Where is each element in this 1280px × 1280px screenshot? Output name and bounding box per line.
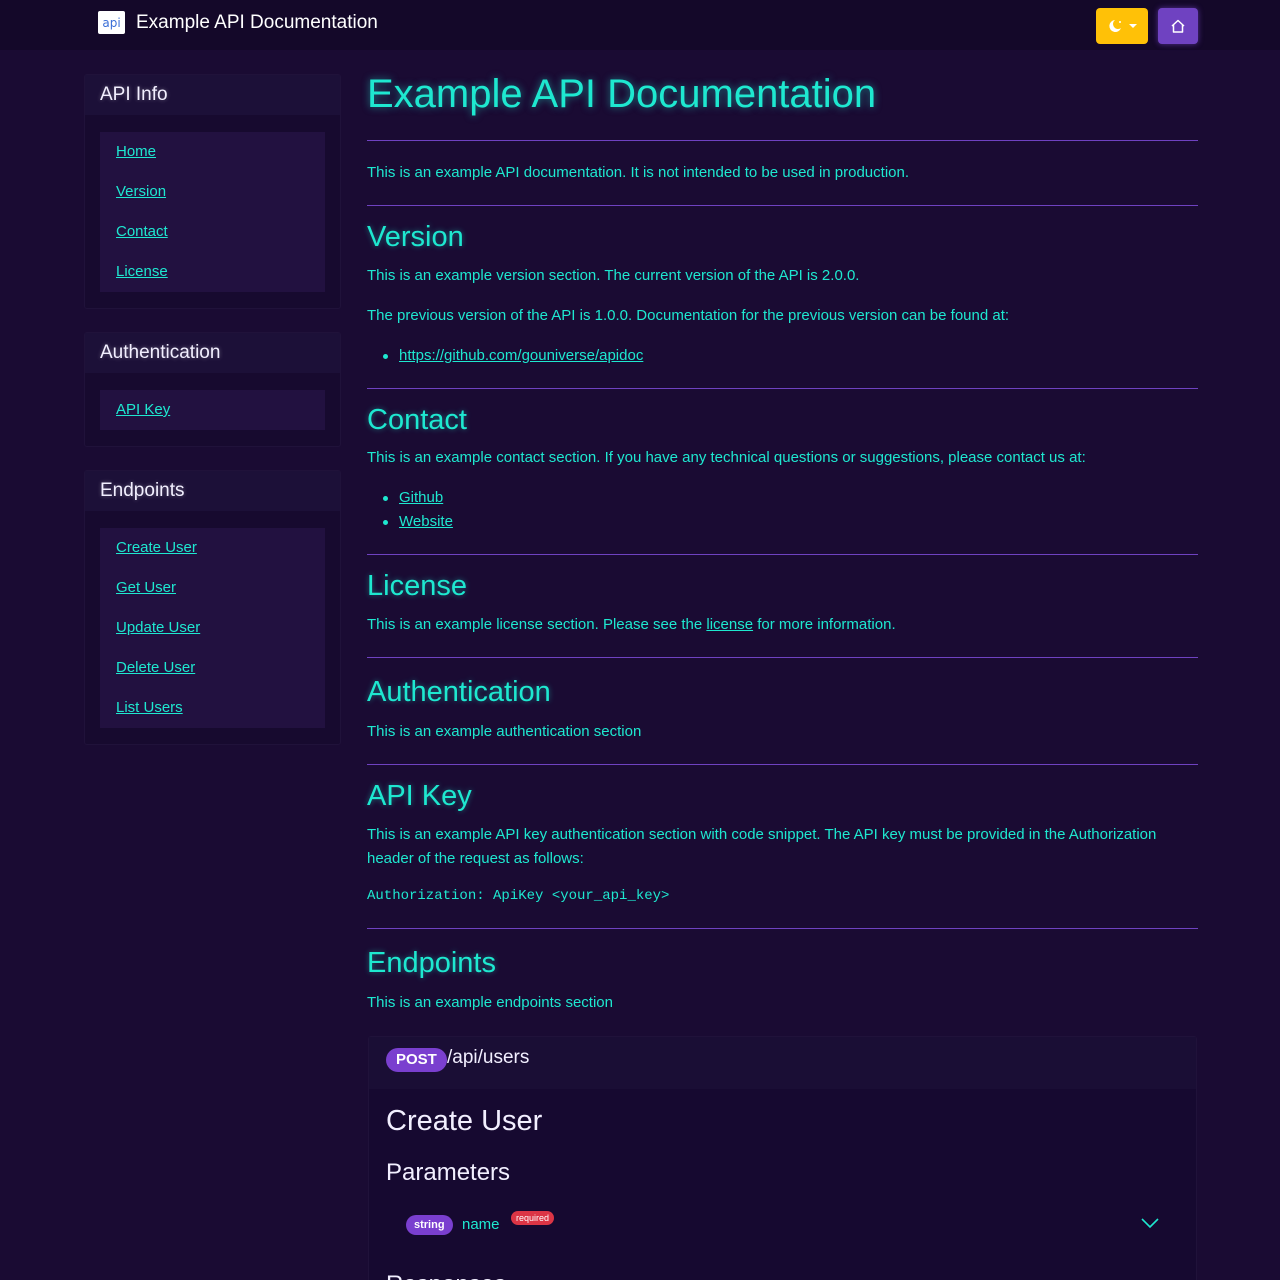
sidebar-list-api-info: Home Version Contact License (100, 132, 325, 292)
github-apidoc-link[interactable]: https://github.com/gouniverse/apidoc (399, 344, 643, 368)
sidebar-header-endpoints: Endpoints (85, 471, 340, 511)
endpoints-text: This is an example endpoints section (367, 994, 613, 1011)
sidebar-item-api-key[interactable]: API Key (100, 390, 325, 430)
section-heading-version: Version (367, 221, 464, 253)
divider (367, 764, 1198, 765)
home-icon (1171, 19, 1185, 33)
license-text: This is an example license section. Plea… (367, 613, 1198, 637)
sidebar-header-api-info: API Info (85, 75, 340, 115)
list-bullet (383, 520, 388, 525)
license-text-after: for more information. (757, 616, 896, 633)
endpoint-card-create-user: POST /api/users Create User Parameters s… (368, 1036, 1197, 1280)
caret-down-icon (1129, 24, 1137, 28)
contact-text: This is an example contact section. If y… (367, 449, 1086, 466)
divider (367, 205, 1198, 206)
license-text-before: This is an example license section. Plea… (367, 616, 703, 633)
sidebar-card-endpoints: Endpoints Create User Get User Update Us… (84, 470, 341, 745)
version-text-current: This is an example version section. The … (367, 267, 860, 284)
endpoint-header[interactable]: POST /api/users (369, 1037, 1196, 1089)
home-button[interactable] (1158, 8, 1198, 44)
sidebar-item-home[interactable]: Home (100, 132, 325, 172)
version-text-previous: The previous version of the API is 1.0.0… (367, 307, 1010, 324)
section-heading-endpoints: Endpoints (367, 947, 496, 979)
api-logo-icon[interactable]: api (98, 11, 125, 34)
sidebar-item-update-user[interactable]: Update User (100, 608, 325, 648)
param-required-badge: required (511, 1211, 555, 1225)
list-bullet (383, 354, 388, 359)
param-name[interactable]: name (462, 1216, 500, 1233)
license-link[interactable]: license (706, 616, 753, 633)
endpoint-path: /api/users (447, 1047, 530, 1068)
sidebar-item-list-users[interactable]: List Users (100, 688, 325, 728)
sidebar-item-contact[interactable]: Contact (100, 212, 325, 252)
authentication-text: This is an example authentication sectio… (367, 723, 642, 740)
sidebar-item-get-user[interactable]: Get User (100, 568, 325, 608)
chevron-down-icon[interactable] (1141, 1217, 1159, 1229)
divider (367, 928, 1198, 929)
theme-toggle-button[interactable] (1096, 8, 1148, 44)
sidebar-header-authentication: Authentication (85, 333, 340, 373)
sidebar-item-create-user[interactable]: Create User (100, 528, 325, 568)
divider (367, 140, 1198, 141)
parameters-heading: Parameters (386, 1159, 511, 1186)
website-link[interactable]: Website (399, 510, 453, 534)
api-key-text-line2: header of the request as follows: (367, 850, 584, 867)
divider (367, 657, 1198, 658)
section-heading-contact: Contact (367, 404, 467, 436)
divider (367, 388, 1198, 389)
sidebar-card-api-info: API Info Home Version Contact License (84, 74, 341, 309)
navbar: api Example API Documentation (0, 0, 1280, 50)
section-heading-license: License (367, 570, 467, 602)
divider (367, 554, 1198, 555)
moon-stars-icon (1109, 20, 1121, 32)
endpoint-title: Create User (386, 1105, 543, 1137)
http-method-badge: POST (386, 1048, 447, 1072)
sidebar-list-endpoints: Create User Get User Update User Delete … (100, 528, 325, 728)
sidebar-list-authentication: API Key (100, 390, 325, 430)
param-type-badge: string (406, 1215, 453, 1235)
responses-heading: Responses (386, 1271, 506, 1280)
sidebar-item-license[interactable]: License (100, 252, 325, 292)
api-key-code-snippet: Authorization: ApiKey <your_api_key> (367, 888, 670, 904)
section-heading-api-key: API Key (367, 780, 472, 812)
sidebar-item-delete-user[interactable]: Delete User (100, 648, 325, 688)
list-bullet (383, 496, 388, 501)
github-link[interactable]: Github (399, 486, 443, 510)
api-key-text-line1: This is an example API key authenticatio… (367, 826, 1157, 843)
page-title: Example API Documentation (367, 72, 877, 116)
navbar-title[interactable]: Example API Documentation (136, 12, 378, 34)
sidebar-card-authentication: Authentication API Key (84, 332, 341, 447)
sidebar-item-version[interactable]: Version (100, 172, 325, 212)
intro-text: This is an example API documentation. It… (367, 164, 909, 181)
section-heading-authentication: Authentication (367, 676, 551, 708)
